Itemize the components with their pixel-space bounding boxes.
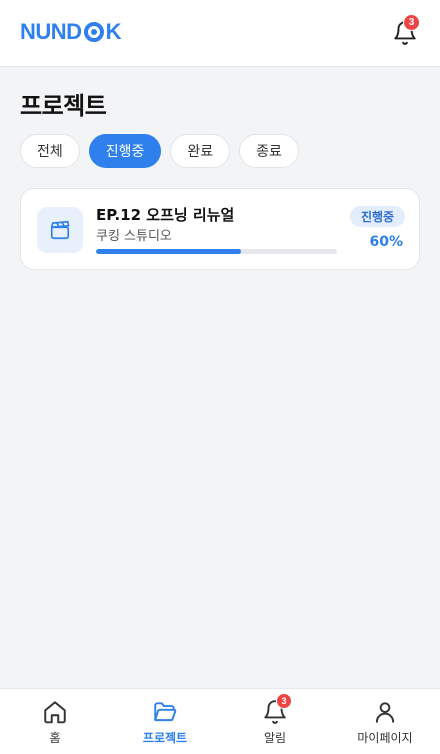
- tab-projects-label: 프로젝트: [142, 731, 188, 745]
- user-icon: [375, 702, 395, 723]
- logo-o-mark: [83, 22, 104, 42]
- clapperboard-icon: [50, 220, 70, 240]
- tab-notifications[interactable]: 3 알림: [220, 689, 330, 754]
- filter-in-progress[interactable]: 진행중: [88, 134, 162, 168]
- home-icon: [44, 701, 66, 724]
- bottom-tab-bar: 홈 프로젝트 3 알림 마이페이지: [0, 688, 440, 754]
- tab-home[interactable]: 홈: [0, 689, 110, 754]
- notification-badge: 3: [403, 14, 420, 31]
- folder-open-icon: [154, 702, 177, 722]
- page-title: 프로젝트: [20, 92, 107, 120]
- project-thumbnail: [37, 207, 83, 253]
- tab-notifications-label: 알림: [263, 731, 287, 745]
- tab-projects[interactable]: 프로젝트: [110, 689, 220, 754]
- project-progress-fill: [96, 249, 241, 254]
- status-filter-group: 전체 진행중 완료 종료: [20, 134, 299, 168]
- tab-notification-badge: 3: [276, 693, 292, 709]
- logo-text-right: K: [105, 19, 122, 44]
- status-badge: 진행중: [350, 206, 405, 227]
- filter-all[interactable]: 전체: [20, 134, 80, 168]
- project-progress-bar: [96, 249, 337, 254]
- logo-text-left: NUND: [20, 19, 82, 44]
- app-header: NUND K 3: [0, 0, 440, 67]
- tab-my-page-label: 마이페이지: [357, 731, 413, 745]
- tab-home-label: 홈: [49, 731, 61, 745]
- nundok-logo[interactable]: NUND K: [20, 20, 121, 44]
- project-client: 쿠킹 스튜디오: [96, 229, 172, 244]
- filter-ended[interactable]: 종료: [239, 134, 299, 168]
- filter-completed[interactable]: 완료: [170, 134, 231, 168]
- tab-notifications-icon-wrap: 3: [262, 693, 292, 725]
- project-title: EP.12 오프닝 리뉴얼: [96, 206, 235, 224]
- tab-my-page[interactable]: 마이페이지: [330, 689, 440, 754]
- notification-button[interactable]: 3: [390, 14, 420, 46]
- project-progress-percent: 60%: [369, 234, 403, 250]
- project-card[interactable]: EP.12 오프닝 리뉴얼 쿠킹 스튜디오 진행중 60%: [20, 188, 420, 270]
